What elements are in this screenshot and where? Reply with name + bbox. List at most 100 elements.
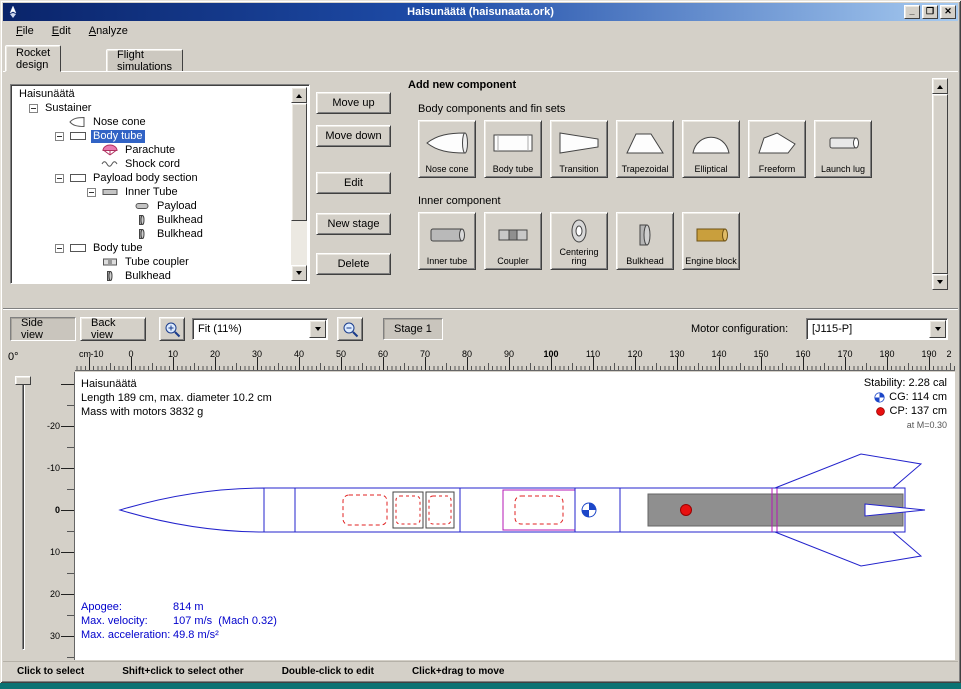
add-panel-scrollbar[interactable] — [932, 78, 948, 290]
menubar: File Edit Analyze — [3, 21, 958, 41]
menu-file[interactable]: File — [7, 23, 43, 39]
chevron-down-icon[interactable] — [309, 320, 326, 338]
tree-item-bulkhead[interactable]: Bulkhead — [13, 227, 291, 241]
zoom-in-button[interactable] — [159, 317, 185, 341]
statusbar: Click to select Shift+click to select ot… — [3, 661, 958, 680]
add-launch-lug-button[interactable]: Launch lug — [814, 120, 872, 178]
tree-item-inner-tube[interactable]: Inner Tube — [13, 185, 291, 199]
add-trapezoidal-fin-button[interactable]: Trapezoidal — [616, 120, 674, 178]
slider-thumb[interactable] — [15, 376, 31, 385]
add-transition-button[interactable]: Transition — [550, 120, 608, 178]
vertical-ruler: -20 -10 0 10 20 30 — [53, 372, 75, 660]
freeform-fin-icon — [755, 130, 799, 156]
tree-item-label[interactable]: Bulkhead — [155, 228, 205, 241]
tree-item-payload[interactable]: Payload — [13, 199, 291, 213]
edit-button[interactable]: Edit — [316, 172, 391, 194]
add-panel-scrollbar-thumb[interactable] — [932, 94, 948, 274]
rotation-angle-label: 0° — [8, 351, 19, 363]
add-elliptical-fin-button[interactable]: Elliptical — [682, 120, 740, 178]
maximize-button[interactable]: ❐ — [922, 5, 938, 19]
menu-edit[interactable]: Edit — [43, 23, 80, 39]
tree-collapse-icon[interactable] — [87, 188, 96, 197]
tree-item-rocket[interactable]: Haisunäätä — [13, 87, 291, 101]
tree-collapse-icon[interactable] — [55, 244, 64, 253]
tree-item-label[interactable]: Payload body section — [91, 172, 200, 185]
new-stage-button[interactable]: New stage — [316, 213, 391, 235]
tree-collapse-icon[interactable] — [55, 132, 64, 141]
tree-item-body-tube-2[interactable]: Body tube — [13, 241, 291, 255]
zoom-level-select[interactable]: Fit (11%) — [192, 318, 328, 340]
move-down-button[interactable]: Move down — [316, 125, 391, 147]
add-body-tube-button[interactable]: Body tube — [484, 120, 542, 178]
tree-item-label[interactable]: Body tube — [91, 242, 145, 255]
tree-item-nose-cone[interactable]: Nose cone — [13, 115, 291, 129]
add-bulkhead-button[interactable]: Bulkhead — [616, 212, 674, 270]
hint-double-click: Double-click to edit — [282, 666, 374, 677]
tree-item-label[interactable]: Inner Tube — [123, 186, 180, 199]
minimize-button[interactable]: _ — [904, 5, 920, 19]
tree-scrollbar-thumb[interactable] — [291, 103, 307, 221]
stage-1-toggle[interactable]: Stage 1 — [383, 318, 443, 340]
titlebar[interactable]: Haisunäätä (haisunaata.ork) _ ❐ ✕ — [3, 3, 958, 21]
apogee-value: 814 m — [173, 600, 204, 614]
add-nose-cone-button[interactable]: Nose cone — [418, 120, 476, 178]
max-velocity-value: 107 m/s (Mach 0.32) — [173, 614, 277, 628]
motor-configuration-select[interactable]: [J115-P] — [806, 318, 948, 340]
tree-item-label[interactable]: Haisunäätä — [17, 88, 77, 101]
tree-item-label[interactable]: Sustainer — [43, 102, 93, 115]
tree-item-bulkhead[interactable]: Bulkhead — [13, 213, 291, 227]
add-centering-ring-button[interactable]: Centering ring — [550, 212, 608, 270]
close-button[interactable]: ✕ — [940, 5, 956, 19]
add-freeform-fin-button[interactable]: Freeform — [748, 120, 806, 178]
tab-flight-simulations[interactable]: Flight simulations — [106, 49, 183, 72]
tree-item-label[interactable]: Tube coupler — [123, 256, 191, 269]
bulkhead-icon — [101, 270, 119, 281]
tree-collapse-icon[interactable] — [29, 104, 38, 113]
delete-button[interactable]: Delete — [316, 253, 391, 275]
trapezoidal-fin-icon — [623, 130, 667, 156]
scroll-down-icon[interactable] — [932, 274, 948, 290]
scroll-up-icon[interactable] — [291, 87, 307, 103]
zoom-out-button[interactable] — [337, 317, 363, 341]
parachute-icon — [101, 144, 119, 156]
component-tree[interactable]: Haisunäätä Sustainer Nose cone Body tube… — [10, 84, 310, 284]
tree-item-body-tube[interactable]: Body tube — [13, 129, 291, 143]
tab-rocket-design[interactable]: Rocket design — [5, 45, 61, 72]
tree-item-label[interactable]: Payload — [155, 200, 199, 213]
app-icon — [6, 5, 20, 19]
window-title: Haisunäätä (haisunaata.ork) — [3, 6, 958, 18]
rocket-view-canvas[interactable]: Haisunäätä Length 189 cm, max. diameter … — [75, 372, 955, 660]
tree-item-bulkhead[interactable]: Bulkhead — [13, 269, 291, 281]
add-engine-block-button[interactable]: Engine block — [682, 212, 740, 270]
scroll-up-icon[interactable] — [932, 78, 948, 94]
chevron-down-icon[interactable] — [929, 320, 946, 338]
tree-item-label[interactable]: Parachute — [123, 144, 177, 157]
tree-item-payload-section[interactable]: Payload body section — [13, 171, 291, 185]
nose-cone-icon — [69, 116, 87, 128]
body-tube-icon — [69, 130, 87, 142]
tree-item-label[interactable]: Nose cone — [91, 116, 148, 129]
add-coupler-button[interactable]: Coupler — [484, 212, 542, 270]
tree-scrollbar[interactable] — [291, 87, 307, 281]
scroll-down-icon[interactable] — [291, 265, 307, 281]
tree-item-label-selected[interactable]: Body tube — [91, 130, 145, 143]
tree-item-label[interactable]: Bulkhead — [155, 214, 205, 227]
slider-track[interactable] — [22, 376, 25, 650]
tree-collapse-icon[interactable] — [55, 174, 64, 183]
back-view-button[interactable]: Back view — [80, 317, 146, 341]
cp-marker — [681, 505, 692, 516]
tree-item-tube-coupler[interactable]: Tube coupler — [13, 255, 291, 269]
move-up-button[interactable]: Move up — [316, 92, 391, 114]
tree-item-shock-cord[interactable]: Shock cord — [13, 157, 291, 171]
tree-item-parachute[interactable]: Parachute — [13, 143, 291, 157]
add-inner-tube-button[interactable]: Inner tube — [418, 212, 476, 270]
max-velocity-label: Max. velocity: — [81, 614, 173, 628]
rotation-slider[interactable] — [14, 374, 32, 652]
menu-analyze[interactable]: Analyze — [80, 23, 137, 39]
centering-ring-icon — [557, 218, 601, 244]
tree-item-label[interactable]: Bulkhead — [123, 270, 173, 282]
side-view-button[interactable]: Side view — [10, 317, 76, 341]
tree-item-label[interactable]: Shock cord — [123, 158, 182, 171]
flight-stats: Apogee: 814 m Max. velocity: 107 m/s (Ma… — [81, 600, 277, 642]
tree-item-stage[interactable]: Sustainer — [13, 101, 291, 115]
